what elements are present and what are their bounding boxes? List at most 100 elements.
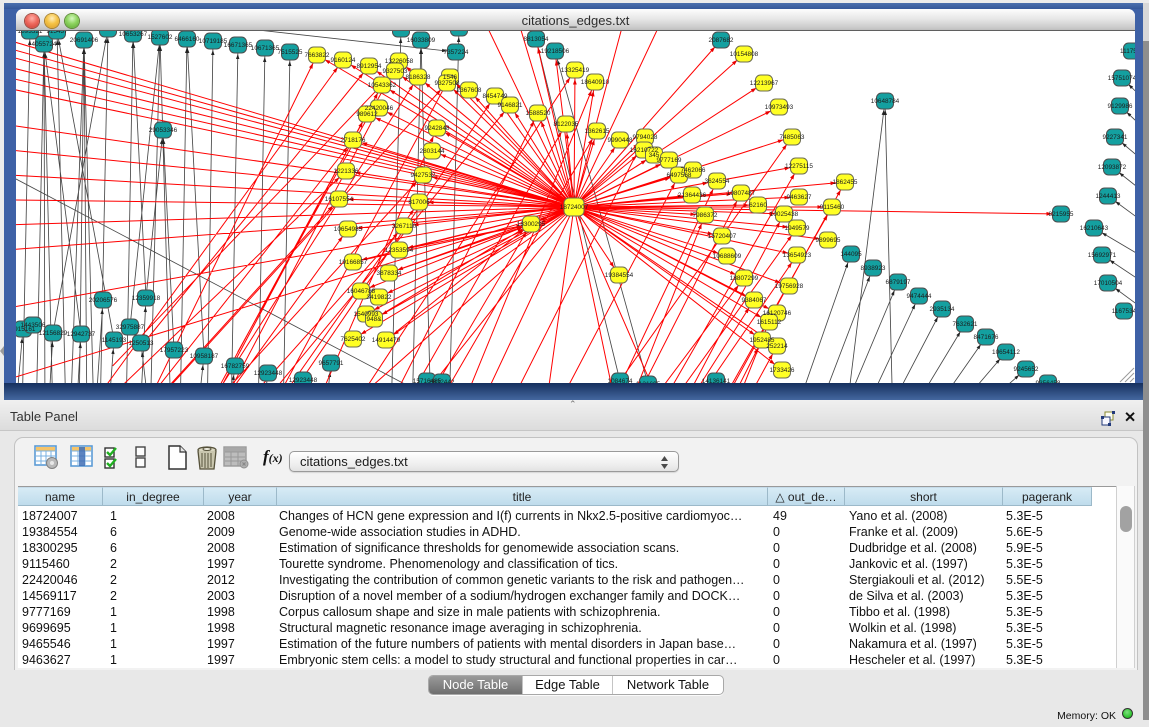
svg-text:1893521: 1893521 bbox=[18, 31, 43, 35]
svg-text:10973493: 10973493 bbox=[765, 104, 794, 111]
svg-text:13226058: 13226058 bbox=[385, 58, 414, 65]
svg-text:18807299: 18807299 bbox=[730, 275, 759, 282]
svg-text:9327503: 9327503 bbox=[383, 68, 408, 75]
svg-text:6879197: 6879197 bbox=[886, 279, 911, 286]
svg-text:19218506: 19218506 bbox=[541, 48, 570, 55]
svg-text:10653267: 10653267 bbox=[119, 31, 148, 38]
svg-text:19384554: 19384554 bbox=[605, 272, 634, 279]
svg-text:1588520: 1588520 bbox=[526, 110, 551, 117]
svg-text:1862455: 1862455 bbox=[833, 179, 858, 186]
svg-text:9463627: 9463627 bbox=[787, 194, 812, 201]
svg-text:9227341: 9227341 bbox=[1103, 134, 1128, 141]
svg-text:62160: 62160 bbox=[749, 202, 767, 209]
svg-text:12093872: 12093872 bbox=[1098, 164, 1127, 171]
svg-text:12353594: 12353594 bbox=[385, 247, 414, 254]
svg-text:8186328: 8186328 bbox=[406, 74, 431, 81]
svg-text:7625402: 7625402 bbox=[341, 336, 366, 343]
svg-text:7663822: 7663822 bbox=[305, 52, 330, 59]
svg-text:16210643: 16210643 bbox=[1080, 225, 1109, 232]
svg-text:7986372: 7986372 bbox=[693, 212, 718, 219]
svg-text:9990448: 9990448 bbox=[608, 137, 633, 144]
svg-text:13325419: 13325419 bbox=[561, 67, 590, 74]
svg-text:6466160: 6466160 bbox=[175, 36, 200, 43]
svg-text:8813054: 8813054 bbox=[524, 36, 549, 43]
svg-text:20206576: 20206576 bbox=[89, 297, 118, 304]
svg-text:2718176: 2718176 bbox=[341, 137, 366, 144]
svg-text:16120746: 16120746 bbox=[763, 310, 792, 317]
svg-text:1733426: 1733426 bbox=[770, 367, 795, 374]
svg-text:10025438: 10025438 bbox=[770, 211, 799, 218]
svg-text:21364436: 21364436 bbox=[678, 192, 707, 199]
svg-text:7357224: 7357224 bbox=[444, 49, 469, 56]
svg-text:8122035: 8122035 bbox=[554, 121, 579, 128]
svg-text:17010504: 17010504 bbox=[1094, 280, 1123, 287]
svg-text:3878334: 3878334 bbox=[377, 270, 402, 277]
svg-text:1362615: 1362615 bbox=[585, 128, 610, 135]
svg-text:915437: 915437 bbox=[46, 31, 68, 35]
svg-text:9777169: 9777169 bbox=[657, 157, 682, 164]
svg-text:9129986: 9129986 bbox=[1108, 103, 1133, 110]
svg-text:14914479: 14914479 bbox=[372, 337, 401, 344]
svg-text:9657791: 9657791 bbox=[319, 360, 344, 367]
svg-text:19756928: 19756928 bbox=[775, 283, 804, 290]
svg-text:9327508: 9327508 bbox=[435, 80, 460, 87]
svg-text:8832442: 8832442 bbox=[430, 379, 455, 383]
svg-text:12156829: 12156829 bbox=[39, 330, 68, 337]
svg-text:9427532: 9427532 bbox=[411, 172, 436, 179]
svg-text:2087682: 2087682 bbox=[709, 37, 734, 44]
svg-text:4055724: 4055724 bbox=[32, 41, 57, 48]
svg-text:18300295: 18300295 bbox=[517, 221, 546, 228]
svg-text:29053346: 29053346 bbox=[149, 127, 178, 134]
svg-text:12923448: 12923448 bbox=[254, 370, 283, 377]
svg-text:9899695: 9899695 bbox=[816, 237, 841, 244]
svg-text:14136141: 14136141 bbox=[702, 378, 731, 383]
svg-text:1615112: 1615112 bbox=[757, 319, 782, 326]
svg-text:20691406: 20691406 bbox=[70, 37, 99, 44]
svg-text:7462066: 7462066 bbox=[681, 167, 706, 174]
svg-text:2367608: 2367608 bbox=[457, 87, 482, 94]
svg-text:252214: 252214 bbox=[766, 343, 788, 350]
svg-text:7485063: 7485063 bbox=[780, 134, 805, 141]
svg-text:1221336: 1221336 bbox=[334, 168, 359, 175]
svg-text:1443506: 1443506 bbox=[21, 322, 46, 329]
svg-text:1131695: 1131695 bbox=[636, 381, 661, 383]
svg-text:16055719: 16055719 bbox=[387, 31, 416, 33]
svg-text:12923448: 12923448 bbox=[289, 377, 318, 383]
svg-text:1244413: 1244413 bbox=[1096, 193, 1121, 200]
svg-text:18724007: 18724007 bbox=[560, 204, 589, 211]
svg-text:1803128: 1803128 bbox=[447, 31, 472, 32]
svg-text:9356458: 9356458 bbox=[1036, 380, 1061, 383]
svg-text:7515525: 7515525 bbox=[278, 49, 303, 56]
svg-text:7632621: 7632621 bbox=[953, 321, 978, 328]
svg-text:2803144: 2803144 bbox=[420, 148, 445, 155]
svg-text:16671365: 16671365 bbox=[224, 42, 253, 49]
svg-text:9146821: 9146821 bbox=[498, 102, 523, 109]
svg-text:32975887: 32975887 bbox=[116, 324, 145, 331]
svg-text:16782759: 16782759 bbox=[221, 363, 250, 370]
svg-text:17957223: 17957223 bbox=[160, 347, 189, 354]
svg-text:1250513: 1250513 bbox=[129, 340, 154, 347]
svg-text:12942737: 12942737 bbox=[67, 331, 96, 338]
svg-text:10543362: 10543362 bbox=[368, 82, 397, 89]
svg-text:9474444: 9474444 bbox=[907, 293, 932, 300]
svg-text:12359918: 12359918 bbox=[132, 295, 161, 302]
svg-text:1167534: 1167534 bbox=[1112, 308, 1135, 315]
svg-text:9794028: 9794028 bbox=[633, 134, 658, 141]
svg-text:8215955: 8215955 bbox=[1049, 211, 1074, 218]
svg-text:9160124: 9160124 bbox=[331, 57, 356, 64]
svg-text:19166857: 19166857 bbox=[339, 259, 368, 266]
svg-text:1065326: 1065326 bbox=[96, 31, 121, 33]
svg-text:16107554: 16107554 bbox=[325, 196, 354, 203]
svg-text:1084674: 1084674 bbox=[608, 378, 633, 383]
svg-text:948&: 948& bbox=[367, 316, 383, 323]
svg-text:10154808: 10154808 bbox=[730, 51, 759, 58]
svg-text:12275115: 12275115 bbox=[785, 163, 813, 170]
svg-text:1527602: 1527602 bbox=[148, 34, 173, 41]
svg-text:8938923: 8938923 bbox=[861, 265, 886, 272]
svg-text:10671365: 10671365 bbox=[251, 45, 280, 52]
svg-text:9245652: 9245652 bbox=[1014, 366, 1039, 373]
svg-text:9384067: 9384067 bbox=[742, 297, 767, 304]
svg-text:1145193: 1145193 bbox=[102, 337, 127, 344]
svg-text:16033809: 16033809 bbox=[407, 37, 436, 44]
svg-text:8454749: 8454749 bbox=[483, 93, 508, 100]
